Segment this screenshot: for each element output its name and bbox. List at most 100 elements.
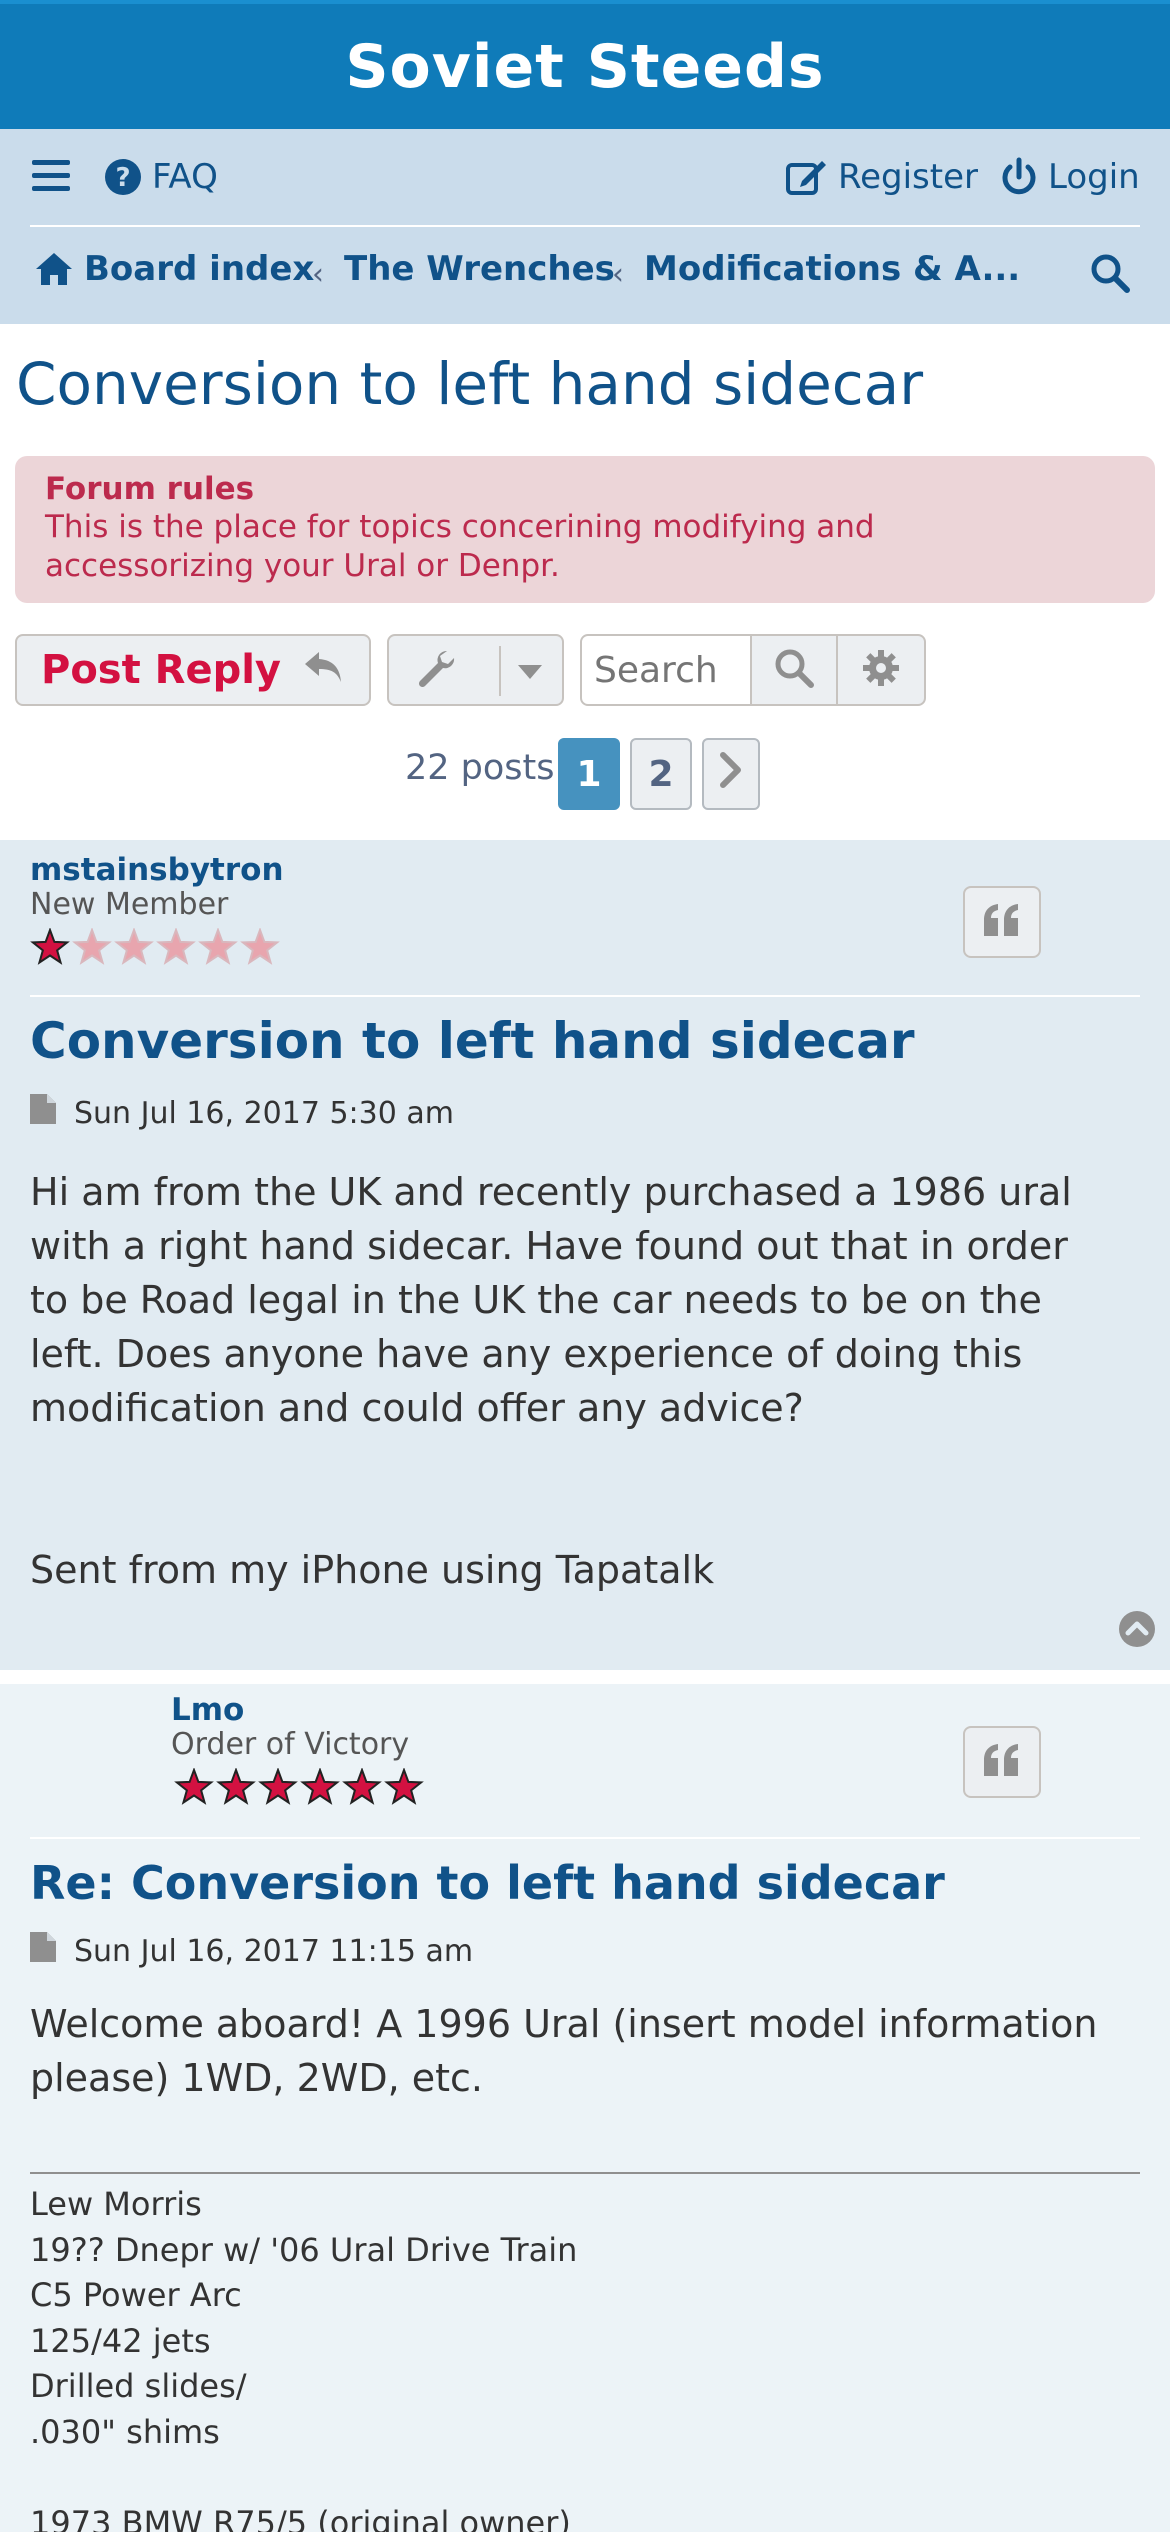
signature-line: .030" shims [30, 2412, 220, 2451]
star-filled-icon [258, 1768, 298, 1805]
hamburger-icon [32, 159, 72, 193]
star-filled-icon [30, 928, 70, 965]
post-date-text: Sun Jul 16, 2017 5:30 am [74, 1095, 454, 1131]
post-date-text: Sun Jul 16, 2017 11:15 am [74, 1933, 474, 1969]
post-title[interactable]: Re: Conversion to left hand sidecar [30, 1856, 945, 1910]
nav-top-row: ? FAQ Register Login [0, 129, 1170, 225]
quote-button[interactable] [963, 1726, 1041, 1798]
document-icon [30, 1094, 56, 1132]
forum-rules-text-line: This is the place for topics concerining… [45, 509, 875, 545]
author-rank: Order of Victory [171, 1727, 410, 1762]
author-rank: New Member [30, 887, 229, 922]
post: Lmo Order of Victory Re: Conversion to l… [0, 1684, 1170, 2532]
svg-text:?: ? [115, 163, 130, 193]
star-filled-icon [300, 1768, 340, 1805]
signature: Lew Morris 19?? Dnepr w/ '06 Ural Drive … [30, 2182, 1140, 2532]
search-icon [1090, 253, 1130, 293]
home-icon [34, 251, 74, 287]
rank-stars [30, 928, 280, 966]
star-empty-icon [72, 928, 112, 965]
quote-button[interactable] [963, 886, 1041, 958]
post-text-line: Welcome aboard! A 1996 Ural (insert mode… [30, 2002, 1098, 2046]
breadcrumb-board-index[interactable]: Board index [34, 249, 314, 289]
question-circle-icon: ? [104, 158, 142, 196]
post-text-line: please) 1WD, 2WD, etc. [30, 2056, 484, 2100]
faq-link[interactable]: ? FAQ [104, 157, 218, 197]
post-text-line: Hi am from the UK and recently purchased… [30, 1170, 1072, 1214]
topic-tools-button[interactable] [387, 634, 564, 706]
faq-label: FAQ [152, 157, 218, 197]
breadcrumb-the-wrenches[interactable]: The Wrenches [344, 249, 615, 289]
site-header: Soviet Steeds [0, 0, 1170, 129]
post-author[interactable]: mstainsbytron [30, 852, 284, 888]
reply-arrow-icon [303, 650, 345, 690]
star-empty-icon [198, 928, 238, 965]
document-icon [30, 1932, 56, 1970]
gear-icon [862, 649, 900, 691]
forum-rules-title: Forum rules [45, 471, 255, 507]
power-icon [1000, 157, 1038, 197]
star-filled-icon [216, 1768, 256, 1805]
page-1-button[interactable]: 1 [558, 738, 620, 810]
breadcrumb-separator: ‹ [312, 257, 324, 292]
signature-line [30, 2455, 1140, 2501]
topic-search-input[interactable] [580, 634, 752, 706]
menu-button[interactable] [32, 159, 72, 193]
signature-line: 125/42 jets [30, 2321, 211, 2360]
register-label: Register [838, 157, 978, 197]
post-text-line: with a right hand sidecar. Have found ou… [30, 1224, 1068, 1268]
post-text-line: to be Road legal in the UK the car needs… [30, 1278, 1042, 1322]
search-button[interactable] [1090, 253, 1130, 293]
rank-stars [174, 1768, 424, 1806]
forum-rules-text-line: accessorizing your Ural or Denpr. [45, 548, 560, 584]
search-icon [774, 648, 814, 692]
chevron-up-circle-icon [1118, 1611, 1156, 1652]
post-footer-text: Sent from my iPhone using Tapatalk [30, 1548, 715, 1592]
signature-line: 19?? Dnepr w/ '06 Ural Drive Train [30, 2230, 578, 2269]
dropdown-divider [499, 646, 501, 696]
post-title[interactable]: Conversion to left hand sidecar [30, 1012, 915, 1070]
login-label: Login [1048, 157, 1140, 197]
login-link[interactable]: Login [1000, 157, 1140, 197]
breadcrumb-separator: ‹ [612, 257, 624, 292]
chevron-right-icon [720, 751, 742, 797]
topic-title[interactable]: Conversion to left hand sidecar [16, 350, 923, 418]
post-reply-button[interactable]: Post Reply [15, 634, 371, 706]
post-reply-label: Post Reply [41, 647, 281, 693]
register-link[interactable]: Register [786, 157, 978, 197]
star-filled-icon [342, 1768, 382, 1805]
quote-icon [982, 904, 1022, 940]
post-text-line: left. Does anyone have any experience of… [30, 1332, 1023, 1376]
edit-icon [786, 157, 828, 197]
star-empty-icon [156, 928, 196, 965]
advanced-search-button[interactable] [836, 634, 926, 706]
post-separator [30, 995, 1140, 997]
post-date: Sun Jul 16, 2017 5:30 am [30, 1094, 454, 1132]
next-page-button[interactable] [702, 738, 760, 810]
post-text-line: modification and could offer any advice? [30, 1386, 804, 1430]
quote-icon [982, 1744, 1022, 1780]
breadcrumb: Board index ‹ The Wrenches ‹ Modificatio… [0, 227, 1170, 324]
breadcrumb-label: The Wrenches [344, 249, 615, 289]
back-to-top-button[interactable] [1118, 1610, 1156, 1652]
breadcrumb-modifications[interactable]: Modifications & A... [644, 249, 1020, 289]
breadcrumb-label: Board index [84, 249, 315, 289]
signature-separator [30, 2172, 1140, 2174]
post-separator [30, 1837, 1140, 1839]
signature-line: C5 Power Arc [30, 2276, 242, 2314]
post-author[interactable]: Lmo [171, 1692, 244, 1728]
signature-line: Lew Morris [30, 2185, 202, 2223]
star-filled-icon [174, 1768, 214, 1805]
post-content: Hi am from the UK and recently purchased… [30, 1165, 1140, 1597]
navbar: ? FAQ Register Login Board index ‹ The W… [0, 129, 1170, 324]
site-title[interactable]: Soviet Steeds [0, 32, 1170, 102]
post-content: Welcome aboard! A 1996 Ural (insert mode… [30, 1997, 1140, 2105]
post-count: 22 posts [405, 748, 555, 788]
post-date: Sun Jul 16, 2017 11:15 am [30, 1932, 473, 1970]
signature-line: Drilled slides/ [30, 2367, 247, 2405]
wrench-icon [417, 649, 455, 691]
page-2-button[interactable]: 2 [630, 738, 692, 810]
breadcrumb-label: Modifications & A... [644, 249, 1021, 289]
caret-down-icon [517, 664, 543, 684]
search-submit-button[interactable] [750, 634, 838, 706]
